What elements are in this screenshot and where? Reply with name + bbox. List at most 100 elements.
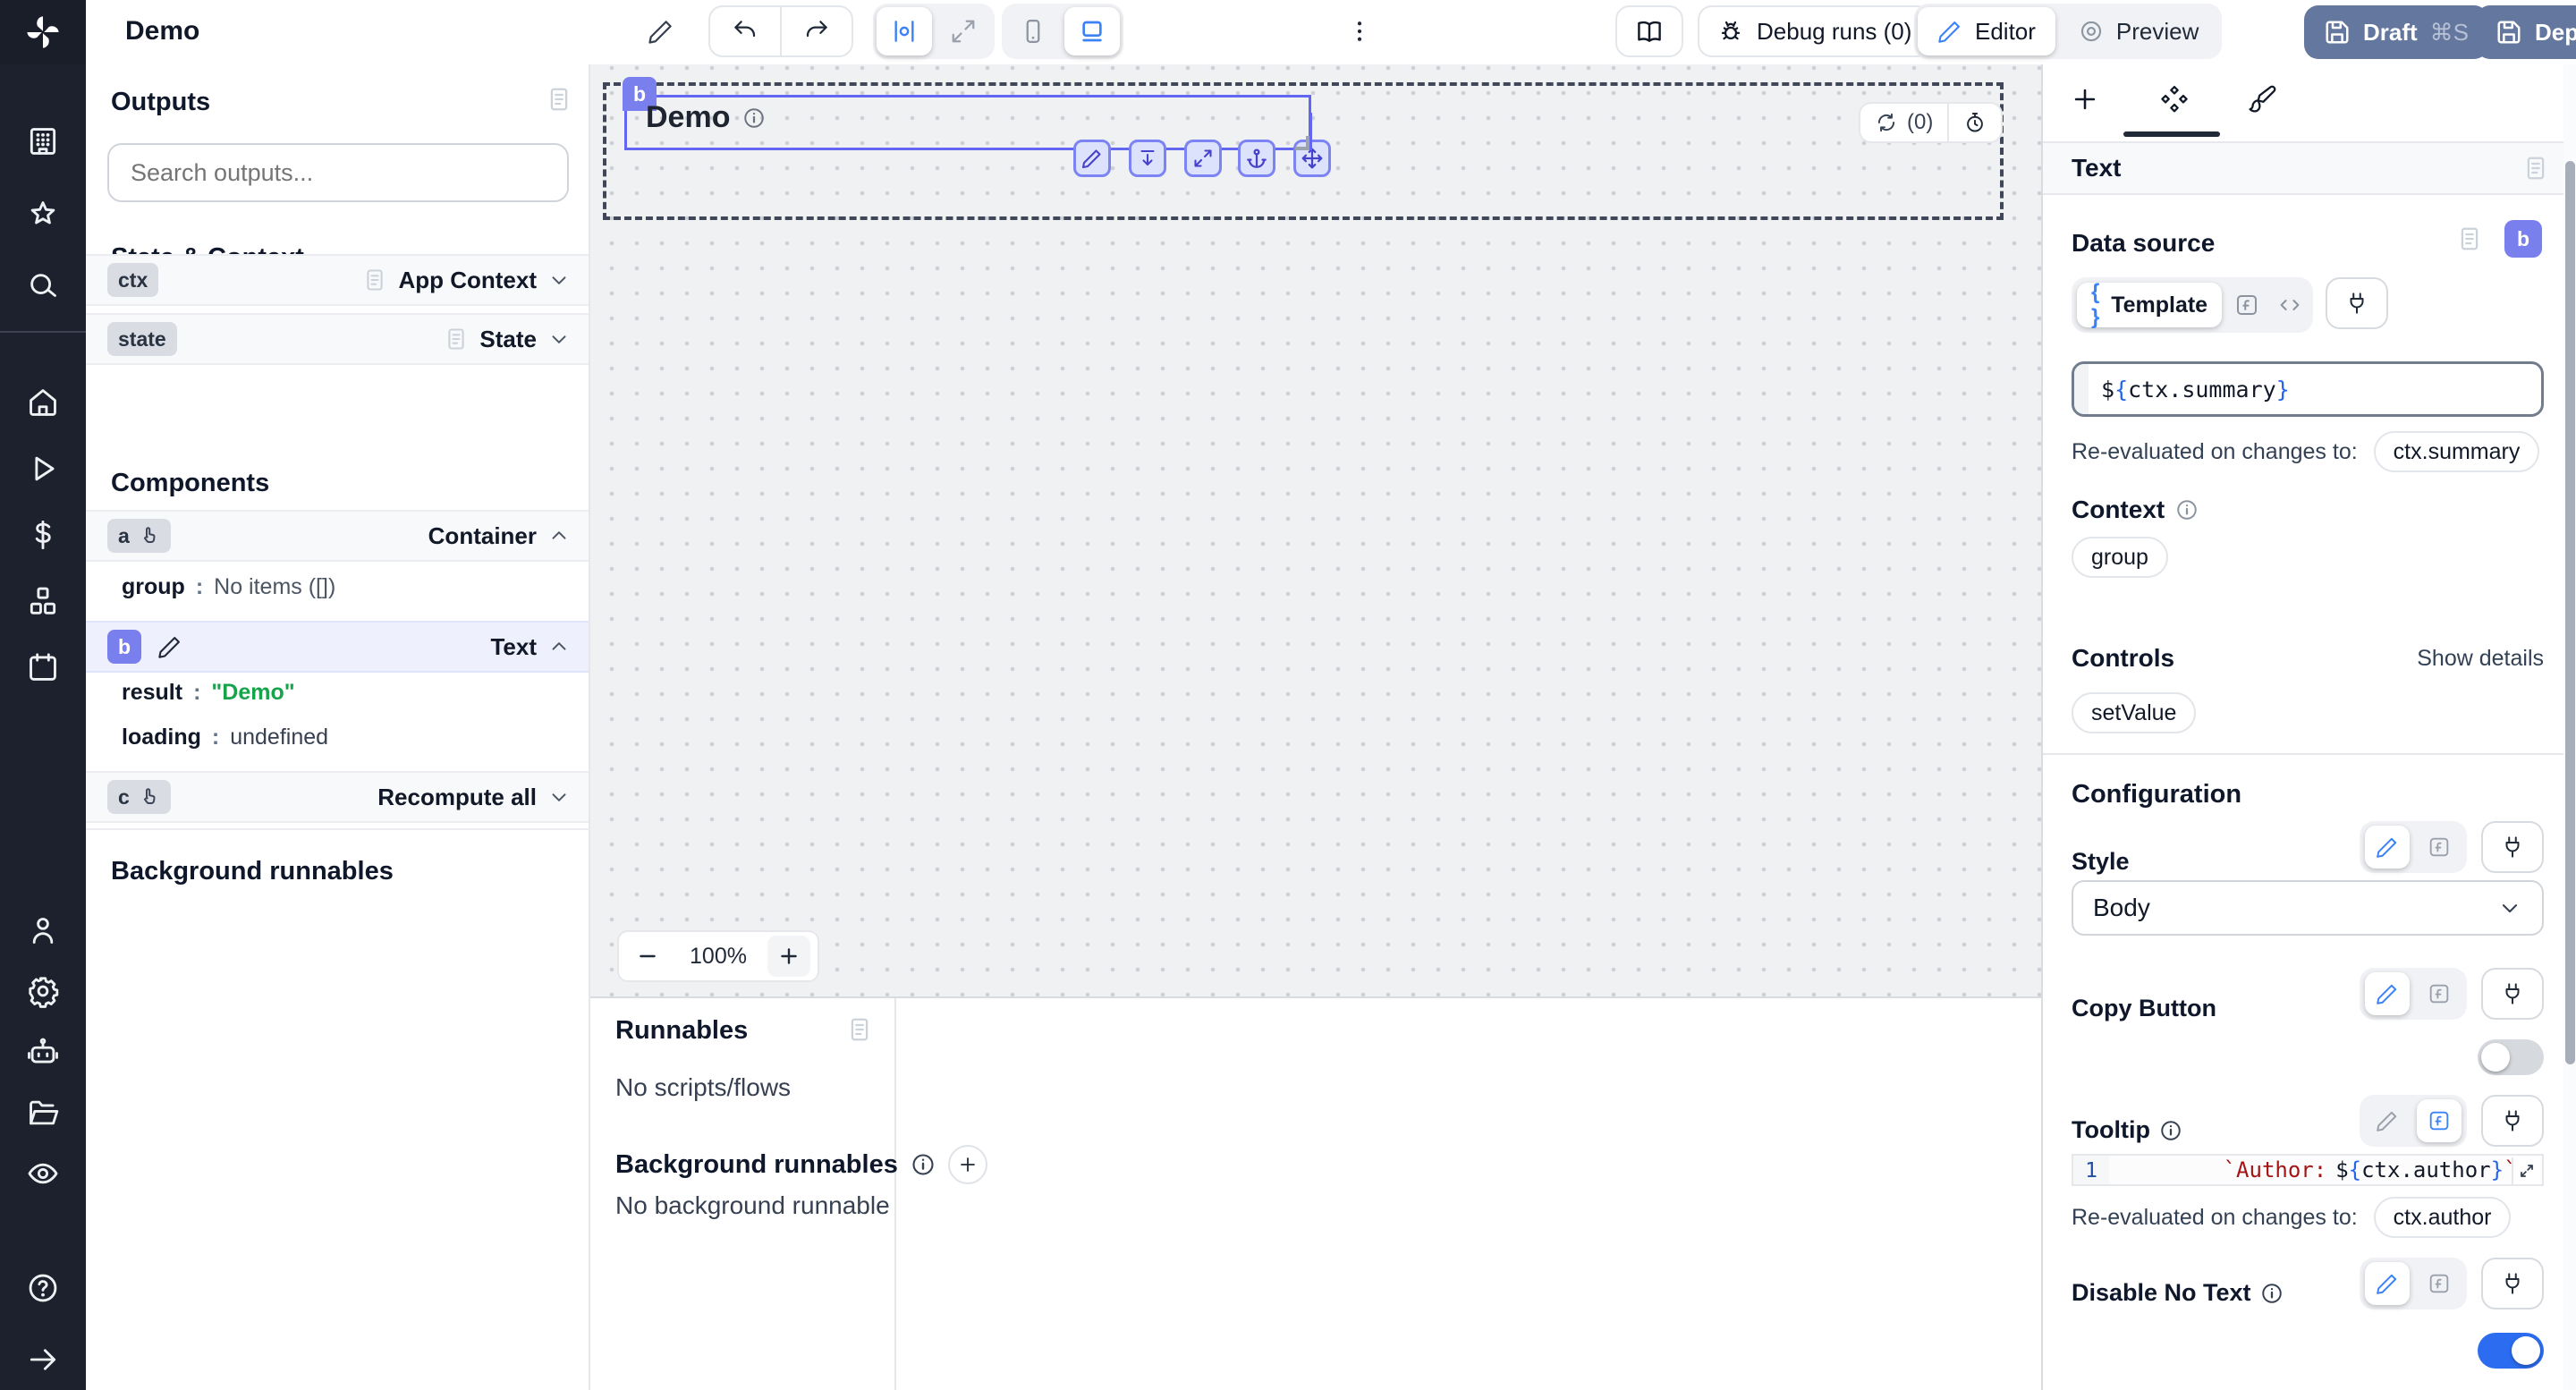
sidebar-item-account[interactable] [21,909,64,952]
style-static-button[interactable] [2365,826,2410,869]
disable-no-text-toggle-on[interactable] [2478,1333,2544,1369]
component-fullscreen-button[interactable] [1184,140,1222,177]
sidebar-item-folders[interactable] [21,1091,64,1134]
sidebar-item-search[interactable] [21,265,64,308]
doc-icon[interactable] [846,1016,873,1043]
canvas[interactable]: b Demo (0) 100% [590,64,2041,996]
jobs-history-button[interactable] [1949,104,2001,141]
template-code-input[interactable]: ${ctx.summary} [2072,361,2544,417]
sidebar-item-schedules[interactable] [21,646,64,689]
disable-connect-button[interactable] [2481,1258,2544,1309]
doc-icon[interactable] [2522,155,2549,182]
chevron-up-icon[interactable] [547,524,571,547]
sidebar-item-settings[interactable] [21,970,64,1013]
more-menu-button[interactable] [1338,0,1381,63]
sidebar-item-resources[interactable] [21,580,64,623]
context-group-pill[interactable]: group [2072,537,2168,578]
layout-toggle-group [873,4,995,59]
doc-icon[interactable] [546,86,572,113]
app-logo[interactable] [0,0,86,64]
refresh-all-button[interactable]: (0) [1860,104,1947,141]
deploy-button[interactable]: Deploy [2476,5,2576,59]
tab-editor[interactable]: Editor [1918,7,2055,55]
component-row-a[interactable]: a Container [86,510,589,562]
tab-styling[interactable] [2247,84,2277,114]
output-row-ctx[interactable]: ctx App Context [86,254,589,306]
tab-preview[interactable]: Preview [2059,7,2218,55]
hand-pointer-icon [139,525,160,547]
disable-static-button[interactable] [2365,1262,2410,1305]
component-diamonds-icon [2159,84,2190,114]
debug-runs-button[interactable]: Debug runs (0) [1698,5,1931,57]
sidebar-item-runs[interactable] [21,447,64,490]
undo-button[interactable] [710,7,780,55]
search-outputs-input[interactable] [107,143,569,202]
zoom-out-button[interactable] [626,936,669,977]
chevron-down-icon[interactable] [547,268,571,292]
draft-button[interactable]: Draft ⌘S [2304,5,2488,59]
sidebar-item-variables[interactable] [21,513,64,556]
sidebar-item-workers[interactable] [21,1030,64,1073]
fullwidth-toggle[interactable] [936,7,991,55]
tab-insert[interactable] [2070,84,2100,114]
style-connect-button[interactable] [2481,821,2544,873]
mode-template-button[interactable]: { } Template [2077,283,2222,327]
component-row-b[interactable]: b Text [86,621,589,673]
reeval-summary-pill[interactable]: ctx.summary [2374,431,2540,472]
rail-divider [0,331,86,333]
pencil-icon[interactable] [157,634,182,659]
copy-connect-button[interactable] [2481,968,2544,1020]
copy-static-button[interactable] [2365,972,2410,1015]
component-row-c[interactable]: c Recompute all [86,771,589,823]
chevron-down-icon[interactable] [547,327,571,351]
docs-button[interactable] [1615,5,1683,57]
edit-title-button[interactable] [648,0,674,63]
style-select[interactable]: Body [2072,880,2544,936]
sidebar-item-help[interactable] [21,1267,64,1309]
align-center-icon [890,17,919,46]
sidebar-item-home[interactable] [21,381,64,424]
sidebar-item-favorites[interactable] [21,193,64,236]
chevron-down-icon[interactable] [547,785,571,809]
doc-icon[interactable] [362,267,387,292]
disable-function-button[interactable] [2417,1262,2462,1305]
connect-datasource-button[interactable] [2326,277,2388,329]
show-details-link[interactable]: Show details [2417,646,2544,672]
expand-editor-button[interactable] [2512,1157,2540,1184]
add-background-runnable-button[interactable] [948,1145,987,1184]
reeval-author-pill[interactable]: ctx.author [2374,1197,2512,1238]
f-square-icon [2427,835,2452,860]
component-expand-down-button[interactable] [1129,140,1166,177]
sidebar-item-audit[interactable] [21,1152,64,1195]
center-content-toggle[interactable] [877,7,932,55]
context-header: Context [2072,496,2199,524]
active-tab-underline [2123,131,2220,137]
copy-function-button[interactable] [2417,972,2462,1015]
sidebar-item-workspace[interactable] [21,120,64,163]
mobile-view-toggle[interactable] [1005,7,1061,55]
tooltip-code-editor[interactable]: 1 `Author:${ctx.author}` [2072,1154,2544,1186]
doc-icon[interactable] [444,326,469,352]
desktop-view-toggle[interactable] [1064,7,1120,55]
copy-button-toggle-off[interactable] [2478,1039,2544,1075]
component-edit-button[interactable] [1073,140,1111,177]
setvalue-pill[interactable]: setValue [2072,692,2196,733]
plug-icon [2499,980,2526,1007]
sidebar-collapse-arrow[interactable] [21,1338,64,1381]
component-anchor-button[interactable] [1238,140,1275,177]
settings-scrollbar-thumb[interactable] [2565,161,2575,1064]
mode-function-button[interactable] [2229,292,2265,318]
output-row-state[interactable]: state State [86,313,589,365]
style-function-button[interactable] [2417,826,2462,869]
chevron-up-icon[interactable] [547,635,571,658]
zoom-in-button[interactable] [767,936,810,977]
redo-button[interactable] [782,7,852,55]
tab-settings[interactable] [2159,84,2190,114]
resize-handle[interactable] [1295,136,1309,150]
pencil-icon [2376,1272,2399,1295]
datasource-mode-group: { } Template [2072,277,2313,333]
mode-code-button[interactable] [2272,292,2308,318]
app-editor: Demo Debug runs (0) [0,0,2576,1390]
doc-icon[interactable] [2456,225,2483,252]
windmill-logo-icon [23,13,63,52]
